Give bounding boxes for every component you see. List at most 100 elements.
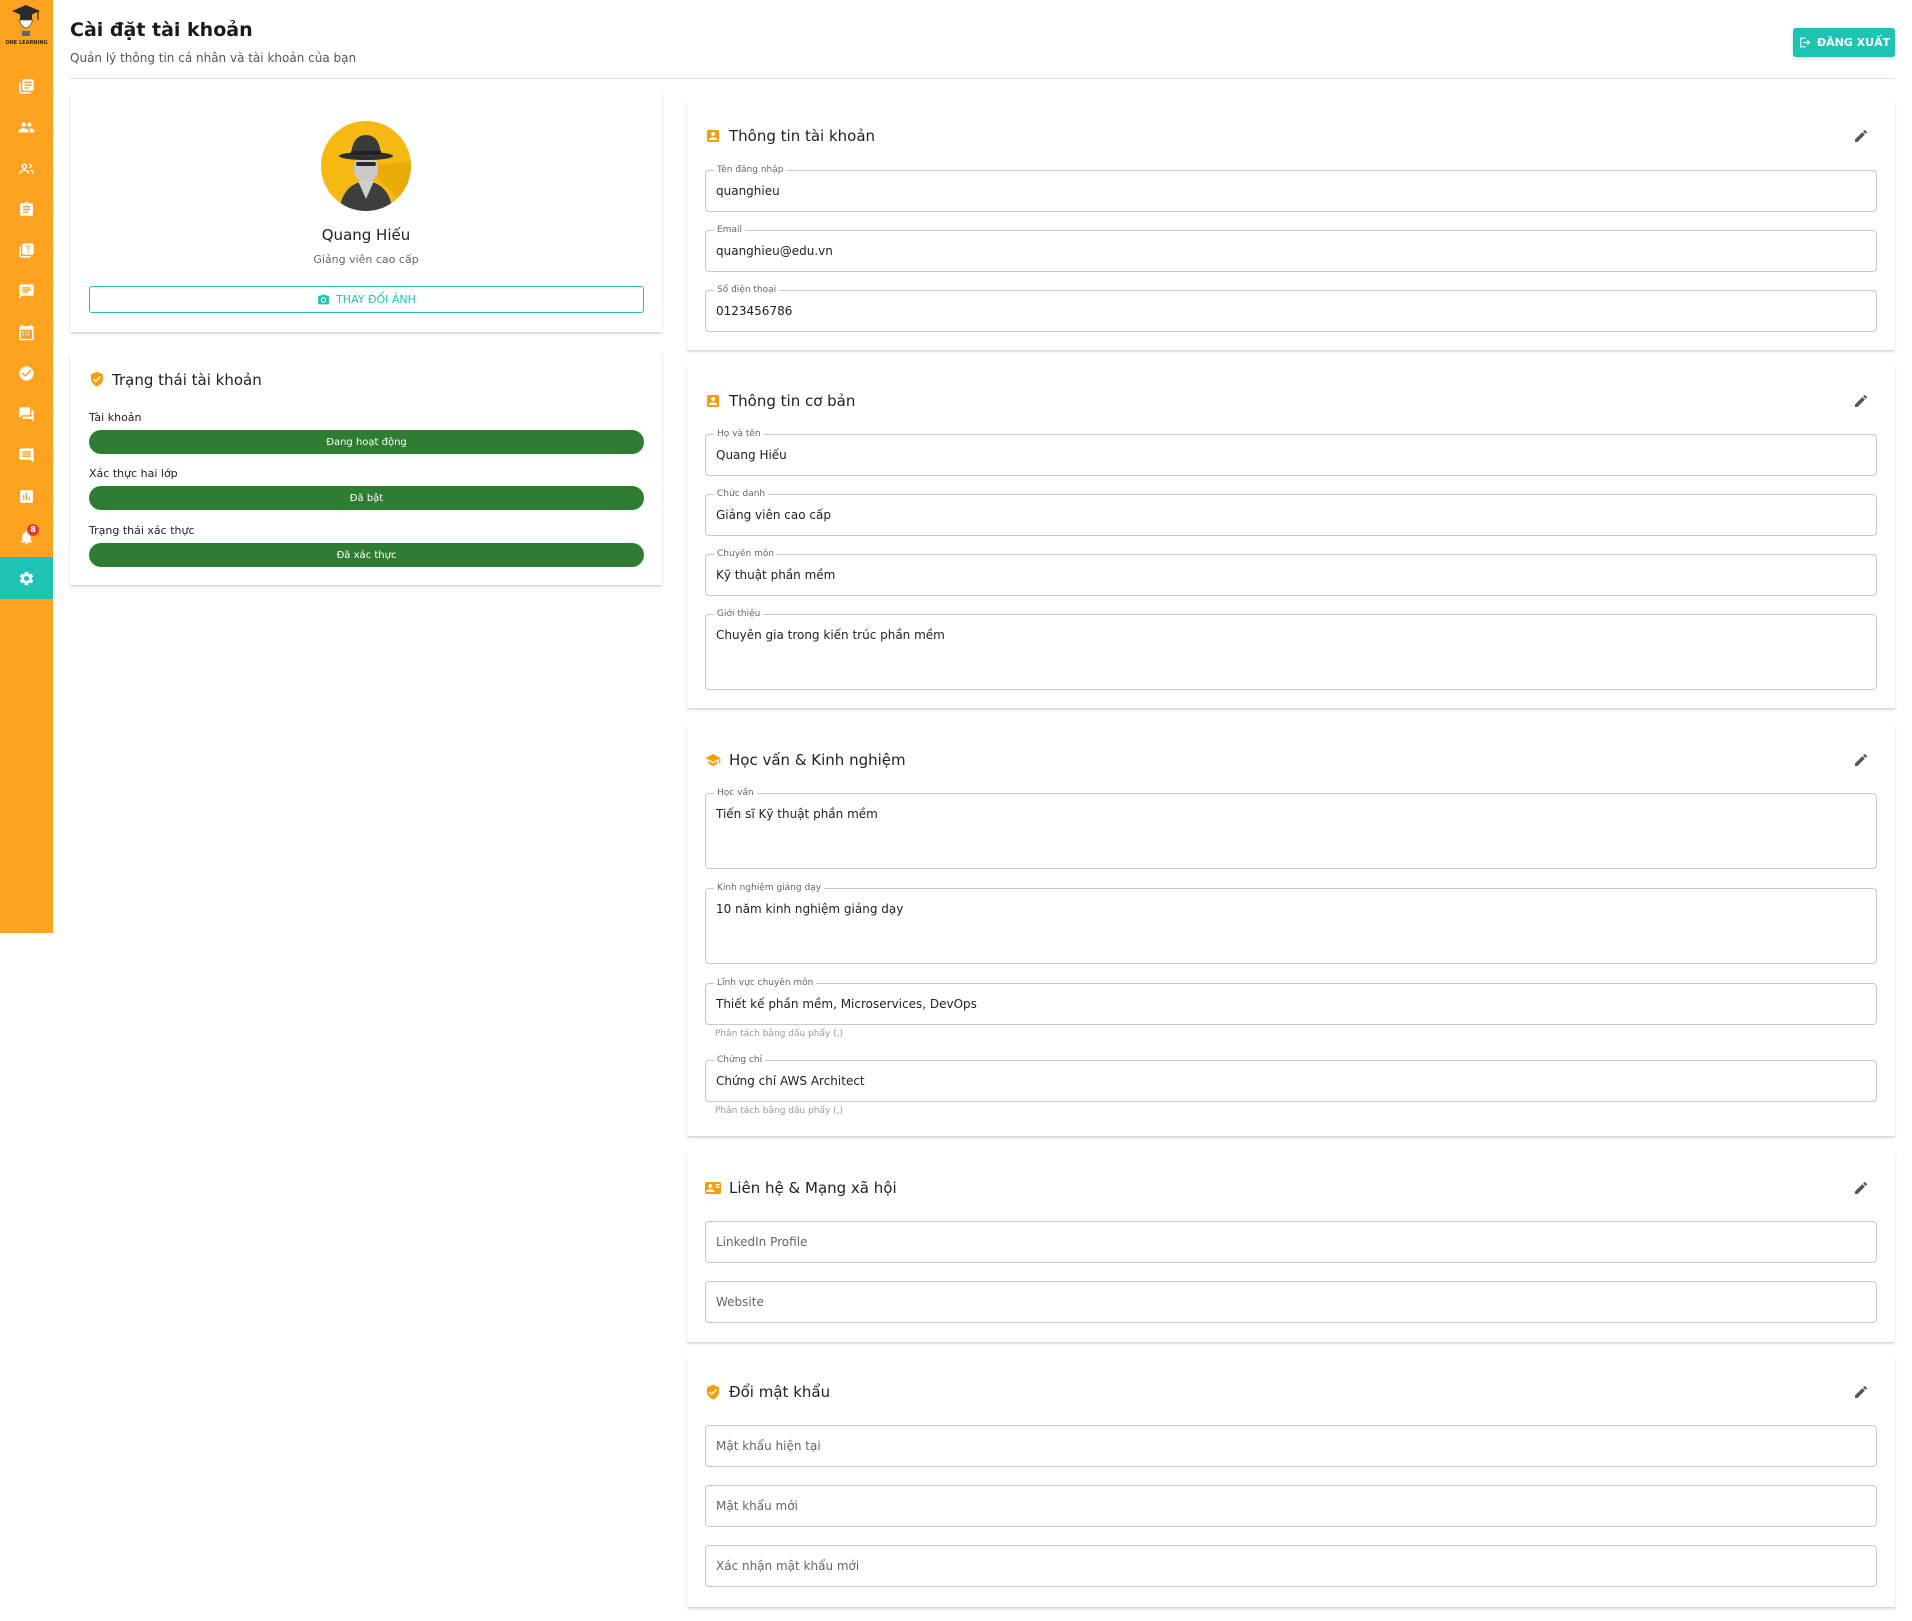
certificates-label: Chứng chỉ [714, 1054, 766, 1066]
camera-icon [318, 294, 329, 305]
education-value: Tiến sĩ Kỹ thuật phần mềm [716, 807, 878, 821]
phone-label: Số điện thoại [714, 284, 780, 296]
current-password-placeholder: Mật khẩu hiện tại [716, 1439, 821, 1453]
edit-education-icon[interactable] [1853, 752, 1869, 768]
quiz-icon [19, 242, 34, 258]
education-field[interactable]: Học vấn Tiến sĩ Kỹ thuật phần mềm [705, 787, 1877, 869]
sidebar-item-messages[interactable] [0, 270, 53, 312]
account-box-icon [707, 130, 719, 142]
bio-label: Giới thiệu [714, 608, 764, 620]
status-2fa-label: Xác thực hai lớp [89, 467, 178, 480]
current-password-input[interactable]: Mật khẩu hiện tại [705, 1425, 1877, 1467]
logout-button[interactable]: ĐĂNG XUẤT [1793, 28, 1895, 57]
education-label: Học vấn [714, 787, 757, 799]
job-title-value: Giảng viên cao cấp [716, 508, 831, 522]
sidebar-item-users[interactable] [0, 106, 53, 148]
check-circle-icon [19, 365, 34, 381]
email-field[interactable]: Email quanghieu@edu.vn [705, 224, 1877, 272]
confirm-password-placeholder: Xác nhận mật khẩu mới [716, 1559, 860, 1573]
status-verification-label: Trạng thái xác thực [89, 524, 195, 537]
comment-icon [19, 447, 34, 463]
education-title: Học vấn & Kinh nghiệm [729, 751, 906, 769]
logout-icon [1799, 37, 1811, 48]
edit-account-info-icon[interactable] [1853, 128, 1869, 144]
sidebar-item-reports[interactable] [0, 475, 53, 517]
sidebar-item-groups[interactable] [0, 147, 53, 189]
graduation-cap-icon [705, 754, 721, 766]
contact-card-icon [705, 1182, 721, 1194]
specialty-value: Kỹ thuật phần mềm [716, 568, 836, 582]
change-photo-button[interactable]: THAY ĐỔI ẢNH [89, 286, 644, 313]
teaching-experience-value: 10 năm kinh nghiệm giảng dạy [716, 902, 904, 916]
certificates-field[interactable]: Chứng chỉ Chứng chỉ AWS Architect [705, 1054, 1877, 1102]
bio-field[interactable]: Giới thiệu Chuyên gia trong kiến trúc ph… [705, 608, 1877, 690]
sidebar-item-comments[interactable] [0, 434, 53, 476]
edit-basic-info-icon[interactable] [1853, 393, 1869, 409]
spy-avatar-icon [339, 135, 411, 211]
app-logo[interactable]: ONE LEARNING [0, 0, 53, 52]
book-icon [19, 78, 34, 94]
username-label: Tên đăng nhập [714, 164, 787, 176]
sidebar-item-assignments[interactable] [0, 188, 53, 230]
confirm-password-input[interactable]: Xác nhận mật khẩu mới [705, 1545, 1877, 1587]
basic-info-title: Thông tin cơ bản [729, 392, 856, 410]
linkedin-placeholder: LinkedIn Profile [716, 1235, 808, 1249]
expertise-helper-text: Phân tách bằng dấu phẩy (,) [715, 1029, 844, 1039]
new-password-placeholder: Mật khẩu mới [716, 1499, 798, 1513]
notification-badge: 8 [27, 524, 39, 536]
email-value: quanghieu@edu.vn [716, 244, 833, 258]
job-title-label: Chức danh [714, 488, 769, 500]
edit-password-icon[interactable] [1853, 1384, 1869, 1400]
bio-value: Chuyên gia trong kiến trúc phần mềm [716, 628, 945, 642]
edit-contact-icon[interactable] [1853, 1180, 1869, 1196]
full-name-field[interactable]: Họ và tên Quang Hiếu [705, 428, 1877, 476]
users-icon [18, 122, 35, 132]
full-name-label: Họ và tên [714, 428, 764, 440]
status-title: Trạng thái tài khoản [112, 371, 262, 389]
expertise-value: Thiết kế phần mềm, Microservices, DevOps [716, 997, 977, 1011]
username-field[interactable]: Tên đăng nhập quanghieu [705, 164, 1877, 212]
phone-field[interactable]: Số điện thoại 0123456786 [705, 284, 1877, 332]
specialty-field[interactable]: Chuyên môn Kỹ thuật phần mềm [705, 548, 1877, 596]
phone-value: 0123456786 [716, 304, 793, 318]
page-subtitle: Quản lý thông tin cá nhân và tài khoản c… [70, 51, 357, 65]
forum-icon [19, 406, 34, 422]
shield-icon [707, 1384, 719, 1400]
account-box-icon [707, 395, 719, 407]
group-icon [19, 163, 34, 174]
sidebar-item-quizzes[interactable] [0, 229, 53, 271]
password-title: Đổi mật khẩu [729, 1383, 831, 1401]
status-account-label: Tài khoản [89, 411, 142, 424]
username-value: quanghieu [716, 184, 780, 198]
expertise-label: Lĩnh vực chuyên môn [714, 977, 817, 989]
linkedin-input[interactable]: LinkedIn Profile [705, 1221, 1877, 1263]
expertise-field[interactable]: Lĩnh vực chuyên môn Thiết kế phần mềm, M… [705, 977, 1877, 1025]
clipboard-icon [20, 201, 33, 216]
teaching-experience-field[interactable]: Kinh nghiệm giảng dạy 10 năm kinh nghiệm… [705, 882, 1877, 964]
full-name-value: Quang Hiếu [716, 448, 787, 462]
sidebar-item-attendance[interactable] [0, 352, 53, 394]
sidebar-item-courses[interactable] [0, 65, 53, 107]
page-title: Cài đặt tài khoản [70, 19, 253, 41]
sidebar-item-notifications[interactable]: 8 [0, 516, 53, 558]
gear-icon [19, 571, 34, 585]
chat-icon [19, 283, 34, 299]
profile-name: Quang Hiếu [321, 226, 411, 244]
logout-label: ĐĂNG XUẤT [1816, 36, 1891, 49]
shield-icon [91, 371, 103, 387]
website-input[interactable]: Website [705, 1281, 1877, 1323]
sidebar-item-settings[interactable] [0, 557, 53, 599]
calendar-icon [19, 324, 34, 340]
new-password-input[interactable]: Mật khẩu mới [705, 1485, 1877, 1527]
specialty-label: Chuyên môn [714, 548, 778, 560]
teaching-experience-label: Kinh nghiệm giảng dạy [714, 882, 825, 894]
sidebar-item-calendar[interactable] [0, 311, 53, 353]
certificates-helper-text: Phân tách bằng dấu phẩy (,) [715, 1106, 844, 1116]
website-placeholder: Website [716, 1295, 764, 1309]
account-info-title: Thông tin tài khoản [729, 127, 876, 145]
job-title-field[interactable]: Chức danh Giảng viên cao cấp [705, 488, 1877, 536]
certificates-value: Chứng chỉ AWS Architect [716, 1074, 865, 1088]
graduation-cap-logo-icon [12, 5, 40, 36]
sidebar-item-forum[interactable] [0, 393, 53, 435]
sidebar: ONE LEARNING 8 [0, 0, 53, 933]
